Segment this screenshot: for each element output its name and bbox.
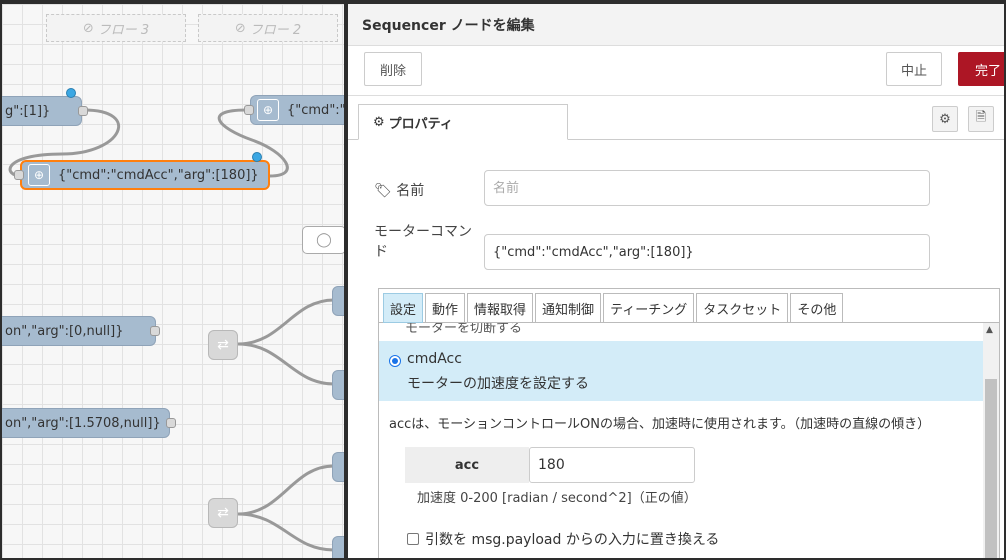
command-tabs: 設定 動作 情報取得 通知制御 ティーチング タスクセット その他 [379, 289, 999, 323]
gear-icon: ⚙ [373, 114, 385, 130]
tray-header: Sequencer ノードを編集 [348, 4, 1004, 46]
wires [8, 108, 335, 552]
done-button[interactable]: 完了 [958, 52, 1004, 86]
name-input[interactable] [484, 170, 930, 206]
param-key: acc [405, 447, 529, 483]
description-tab-button[interactable]: 🗎 [968, 106, 994, 132]
tray-tabs: ⚙ プロパティ ⚙ 🗎 [348, 100, 1004, 140]
command-name: cmdAcc [407, 351, 462, 367]
tag-icon: 🏷 [374, 183, 392, 199]
payload-replace-label: 引数を msg.payload からの入力に置き換える [425, 532, 720, 548]
node-output-a[interactable] [332, 286, 344, 316]
cmd-tab-notify[interactable]: 通知制御 [535, 293, 602, 323]
node-arg-15708[interactable]: on","arg":[1.5708,null]} [2, 408, 170, 438]
cmd-tab-motion[interactable]: 動作 [425, 293, 466, 323]
node-cmd-acc[interactable]: ⊕ {"cmd":"cmdAcc","arg":[180]} [20, 160, 270, 190]
command-desc-partial: モーターを切断する [405, 323, 523, 336]
scroll-thumb[interactable] [985, 379, 997, 558]
node-input-port[interactable] [14, 170, 24, 180]
tray-title: Sequencer ノードを編集 [362, 17, 535, 34]
payload-replace-checkbox[interactable] [407, 533, 419, 545]
cmd-tab-settings[interactable]: 設定 [383, 293, 424, 323]
node-output-b[interactable] [332, 370, 344, 400]
param-hint: 加速度 0-200 [radian / second^2]（正の値） [417, 491, 697, 506]
wire [237, 464, 335, 516]
acc-value-input[interactable]: 180 [529, 447, 695, 483]
cmd-tab-teaching[interactable]: ティーチング [603, 293, 695, 323]
node-output-c[interactable] [332, 452, 344, 482]
edit-tray: Sequencer ノードを編集 削除 中止 完了 ⚙ プロパティ ⚙ 🗎 🏷 … [344, 0, 1006, 560]
radio-selected[interactable] [389, 355, 401, 367]
tab-properties[interactable]: ⚙ プロパティ [358, 104, 568, 140]
scrollbar[interactable]: ▲ [983, 323, 999, 558]
inject-icon: ⊕ [28, 164, 50, 186]
flow-workspace[interactable]: ⊘ フロー 3 ⊘ フロー 2 g":[1]} ⊕ {"cmd":"c ⊕ {"… [0, 0, 344, 560]
node-arg1[interactable]: g":[1]} [2, 96, 82, 126]
wire [237, 342, 335, 386]
settings-tab-button[interactable]: ⚙ [932, 106, 958, 132]
node-output-port[interactable] [78, 106, 88, 116]
comment-icon: ◯ [316, 232, 332, 248]
acc-description: accは、モーションコントロールONの場合、加速時に使用されます。（加速時の直線… [389, 417, 931, 432]
document-icon: 🗎 [975, 110, 987, 125]
cancel-button[interactable]: 中止 [886, 52, 942, 86]
payload-replace-row[interactable]: 引数を msg.payload からの入力に置き換える [407, 529, 719, 549]
gear-icon: ⚙ [939, 111, 951, 127]
wire [237, 298, 335, 346]
motor-command-input[interactable]: {"cmd":"cmdAcc","arg":[180]} [484, 234, 930, 270]
inject-icon: ⊕ [257, 99, 279, 121]
switch-node[interactable]: ⇄ [208, 498, 238, 528]
node-output-port[interactable] [150, 326, 160, 336]
switch-icon: ⇄ [217, 505, 229, 521]
wire [237, 512, 335, 552]
node-output-port[interactable] [166, 418, 176, 428]
command-description: モーターの加速度を設定する [407, 376, 589, 392]
changed-indicator [252, 152, 262, 162]
switch-icon: ⇄ [217, 337, 229, 353]
node-input-port[interactable] [244, 105, 254, 115]
node-cmd-right[interactable]: ⊕ {"cmd":"c [250, 95, 344, 125]
command-panel: 設定 動作 情報取得 通知制御 ティーチング タスクセット その他 モーターを切… [378, 288, 1000, 558]
tray-toolbar: 削除 中止 完了 [348, 46, 1004, 96]
cmd-tab-taskset[interactable]: タスクセット [696, 293, 789, 323]
node-arg-null[interactable]: on","arg":[0,null]} [2, 316, 156, 346]
cmd-tab-info[interactable]: 情報取得 [467, 293, 534, 323]
command-list[interactable]: モーターを切断する cmdAcc モーターの加速度を設定する accは、モーショ… [379, 323, 983, 558]
name-label: 🏷 名前 [374, 183, 425, 199]
delete-button[interactable]: 削除 [364, 52, 422, 86]
comment-node[interactable]: ◯ [302, 226, 344, 254]
scroll-up-icon[interactable]: ▲ [986, 325, 993, 335]
command-option-cmdacc[interactable]: cmdAcc モーターの加速度を設定する [379, 341, 983, 401]
cmd-tab-other[interactable]: その他 [790, 293, 844, 323]
switch-node[interactable]: ⇄ [208, 330, 238, 360]
param-row-acc: acc 180 [405, 447, 695, 483]
node-output-d[interactable] [332, 536, 344, 558]
changed-indicator [66, 88, 76, 98]
motor-command-label: モーターコマン ド [374, 224, 472, 260]
